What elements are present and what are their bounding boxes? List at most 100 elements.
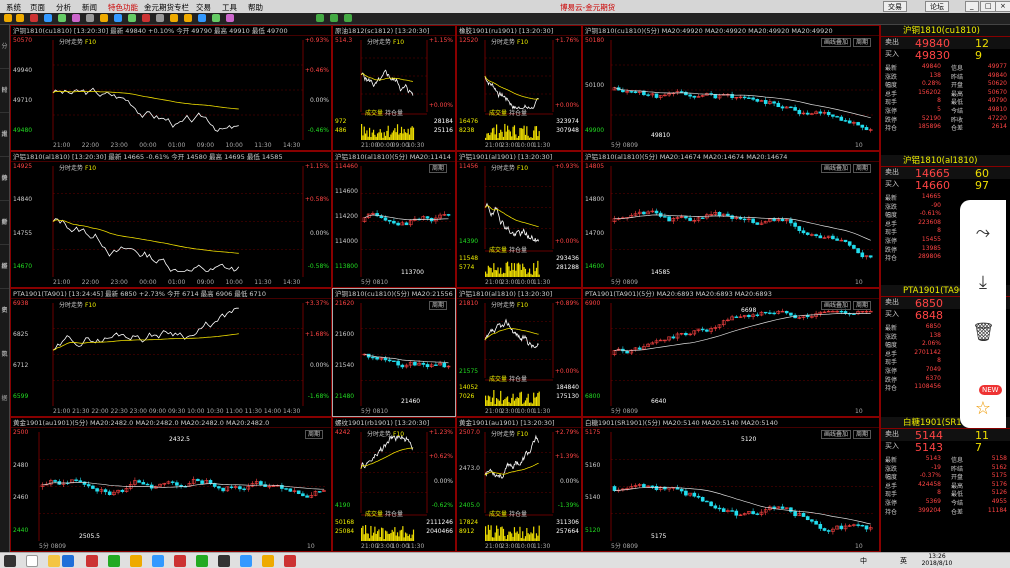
app-icon-8[interactable]: [240, 555, 252, 567]
quote-block[interactable]: 白糖1901(SR1901) 卖出 5144 11 买入 5143 7 最新 5143 信息 515…: [881, 417, 1010, 516]
refresh-icon[interactable]: [30, 14, 38, 22]
sidebar-tab-quote[interactable]: 报价分析: [0, 113, 9, 270]
back-icon[interactable]: [4, 14, 12, 22]
timeshare-tag[interactable]: 分时走势 F10: [59, 163, 96, 172]
menu-item-features[interactable]: 特色功能: [108, 2, 138, 13]
chart-panel-p3[interactable]: 橡胶1901(ru1901) [13:20:30] 分时走势 F10 12520 +1…: [456, 25, 582, 151]
pin-icon[interactable]: ☆: [972, 398, 994, 420]
panel-button[interactable]: 周期: [428, 164, 447, 173]
home-icon[interactable]: [44, 14, 52, 22]
zoom-in-icon[interactable]: [170, 14, 178, 22]
chart-panel-p7[interactable]: 沪铝1901(al1901) [13:20:30] 分时走势 F10 11456 14…: [456, 151, 582, 288]
delete-icon[interactable]: 🗑: [972, 322, 995, 344]
menu-item-help[interactable]: 帮助: [248, 2, 263, 13]
app-icon-3[interactable]: [130, 555, 142, 567]
app-icon-4[interactable]: [152, 555, 164, 567]
panel-button[interactable]: 画线叠加: [820, 38, 851, 47]
menu-item-tools[interactable]: 工具: [222, 2, 237, 13]
quote-title[interactable]: 沪铝1810(al1810): [881, 155, 1010, 167]
chart-panel-p4[interactable]: 沪铜1810(cu1810)(5分) MA20:49920 MA20:49920…: [582, 25, 880, 151]
layout-1-icon[interactable]: [316, 14, 324, 22]
panel-button[interactable]: 周期: [852, 38, 871, 47]
chart-panel-p9[interactable]: PTA1901(TA901) [13:24:45] 最新 6850 +2.73%…: [10, 288, 332, 417]
app-icon-5[interactable]: [174, 555, 186, 567]
menu-item-page[interactable]: 页面: [30, 2, 45, 13]
timeshare-tag[interactable]: 分时走势 F10: [491, 37, 528, 46]
app-icon-10[interactable]: [284, 555, 296, 567]
print-icon[interactable]: [198, 14, 206, 22]
menu-item-trade[interactable]: 交易: [196, 2, 211, 13]
clock[interactable]: 13:26 2018/8/10: [920, 553, 954, 567]
app-icon-1[interactable]: [86, 555, 98, 567]
chart-panel-p16[interactable]: 白糖1901(SR1901)(5分) MA20:5140 MA20:5140 M…: [582, 417, 880, 552]
panel-button[interactable]: 周期: [852, 301, 871, 310]
menu-item-column[interactable]: 金元期货专栏: [144, 2, 189, 13]
download-icon[interactable]: ⤓: [972, 272, 994, 294]
share-icon[interactable]: ⤳: [972, 222, 994, 244]
chart-panel-p14[interactable]: 螺纹1901(rb1901) [13:20:30] 分时走势 F10 4242 419…: [332, 417, 456, 552]
quote-block[interactable]: 沪铜1810(cu1810) 卖出 49840 12 买入 49830 9 最新 49840 信息…: [881, 25, 1010, 132]
close-button[interactable]: ×: [995, 1, 1010, 12]
forward-icon[interactable]: [16, 14, 24, 22]
app-icon-9[interactable]: [262, 555, 274, 567]
timeshare-tag[interactable]: 分时走势 F10: [491, 429, 528, 438]
folder-icon[interactable]: [48, 555, 60, 567]
tray-ime-en[interactable]: 英: [900, 556, 907, 566]
quote-title[interactable]: 沪铜1810(cu1810): [881, 25, 1010, 37]
chart-panel-p10[interactable]: 沪铜1810(cu1810)(5分) MA20:21556 MA20:21556…: [332, 288, 456, 417]
menu-item-analysis[interactable]: 分析: [56, 2, 71, 13]
start-icon[interactable]: [4, 555, 16, 567]
panel-button[interactable]: 画线叠加: [820, 301, 851, 310]
panel-button[interactable]: 周期: [304, 430, 323, 439]
panel-button[interactable]: 周期: [852, 164, 871, 173]
app-icon-7[interactable]: [218, 555, 230, 567]
tray-ime-zh[interactable]: 中: [860, 556, 867, 566]
panel-button[interactable]: 周期: [852, 430, 871, 439]
chart-panel-p12[interactable]: PTA1901(TA901)(5分) MA20:6893 MA20:6893 M…: [582, 288, 880, 417]
chart-panel-p11[interactable]: 沪铝1810(al1810) [13:20:30] 分时走势 F10 21810 21…: [456, 288, 582, 417]
panel-button[interactable]: 周期: [428, 301, 447, 310]
sidebar-tab-timeshare[interactable]: 分时走势: [0, 25, 9, 182]
search-icon[interactable]: [26, 555, 38, 567]
timeshare-tag[interactable]: 分时走势 F10: [367, 429, 404, 438]
edge-icon[interactable]: [62, 555, 74, 567]
zoom-out-icon[interactable]: [184, 14, 192, 22]
trade-button[interactable]: 交易: [883, 1, 907, 12]
forum-button[interactable]: 论坛: [925, 1, 949, 12]
sidebar-tab-rank[interactable]: 综合排名: [0, 157, 9, 314]
chart-panel-p2[interactable]: 原油1812(sc1812) [13:20:30] 分时走势 F10 514.3 +1…: [332, 25, 456, 151]
layout-icon[interactable]: [86, 14, 94, 22]
menu-item-news[interactable]: 新闻: [82, 2, 97, 13]
period-icon[interactable]: [114, 14, 122, 22]
sidebar-tab-news[interactable]: 财经资讯: [0, 201, 9, 358]
app-icon-6[interactable]: [196, 555, 208, 567]
quote-icon[interactable]: [58, 14, 66, 22]
alert-icon[interactable]: [142, 14, 150, 22]
minimize-button[interactable]: _: [965, 1, 979, 12]
timeshare-tag[interactable]: 分时走势 F10: [59, 37, 96, 46]
timeshare-tag[interactable]: 分时走势 F10: [491, 300, 528, 309]
help-icon[interactable]: [226, 14, 234, 22]
chart-panel-p5[interactable]: 沪铝1810(al1810) [13:20:30] 最新 14665 -0.61…: [10, 151, 332, 288]
chart-icon[interactable]: [72, 14, 80, 22]
chart-panel-p8[interactable]: 沪铝1810(al1810)(5分) MA20:14674 MA20:14674…: [582, 151, 880, 288]
draw-icon[interactable]: [100, 14, 108, 22]
indicator-icon[interactable]: [128, 14, 136, 22]
panel-button[interactable]: 画线叠加: [820, 430, 851, 439]
chart-canvas[interactable]: [11, 152, 332, 288]
panel-button[interactable]: 画线叠加: [820, 164, 851, 173]
app-icon-2[interactable]: [108, 555, 120, 567]
layout-3-icon[interactable]: [344, 14, 352, 22]
chart-panel-p15[interactable]: 黄金1901(au1901) [13:20:30] 分时走势 F10 2507.0 2…: [456, 417, 582, 552]
timeshare-tag[interactable]: 分时走势 F10: [367, 37, 404, 46]
layout-2-icon[interactable]: [330, 14, 338, 22]
chart-panel-p13[interactable]: 黄金1901(au1901)(5分) MA20:2482.0 MA20:2482…: [10, 417, 332, 552]
export-icon[interactable]: [212, 14, 220, 22]
chart-panel-p1[interactable]: 沪铜1810(cu1810) [13:20:30] 最新 49840 +0.10…: [10, 25, 332, 151]
timeshare-tag[interactable]: 分时走势 F10: [491, 163, 528, 172]
chart-panel-p6[interactable]: 沪铝1810(al1810)(5分) MA20:11414 周期 114460 114…: [332, 151, 456, 288]
menu-item-system[interactable]: 系统: [6, 2, 21, 13]
settings-icon[interactable]: [156, 14, 164, 22]
timeshare-tag[interactable]: 分时走势 F10: [59, 300, 96, 309]
sidebar-tab-technical[interactable]: 技术分析: [0, 69, 9, 226]
